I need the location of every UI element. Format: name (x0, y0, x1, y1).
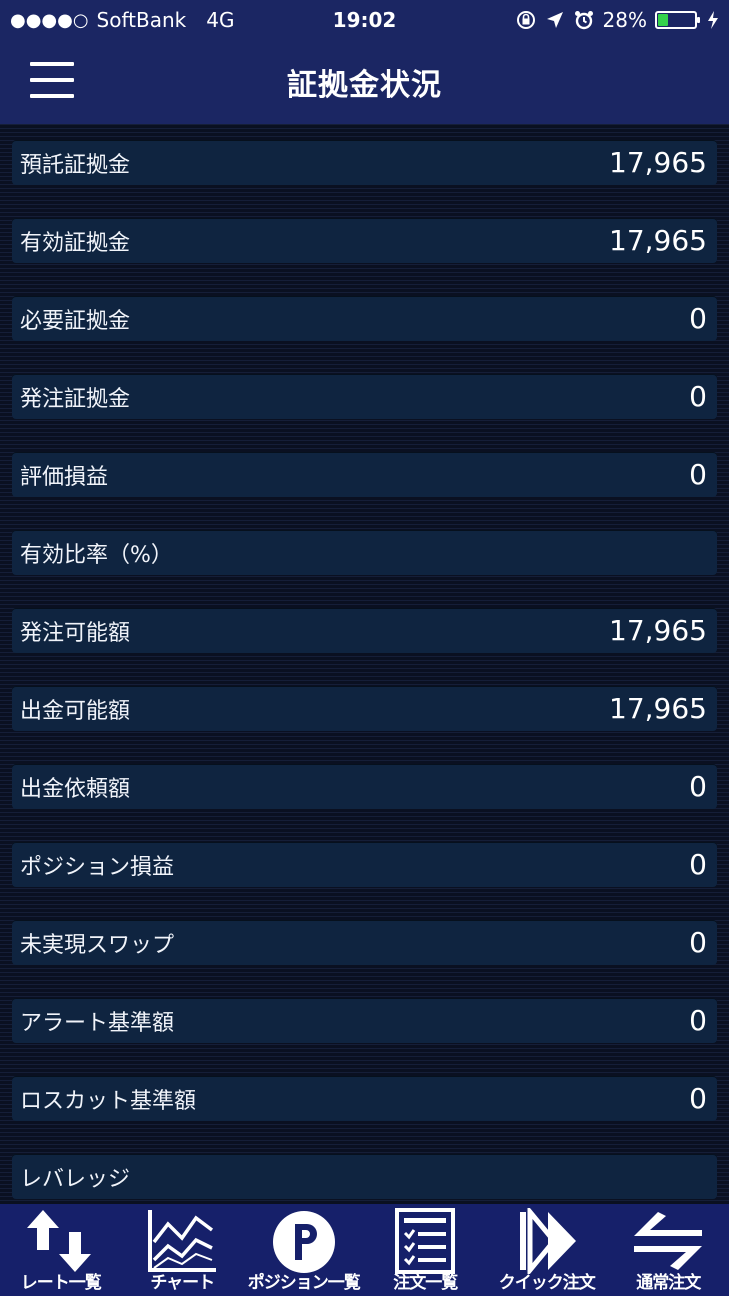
tab-chart[interactable]: チャート (122, 1204, 244, 1296)
row-label: レバレッジ (20, 1166, 131, 1192)
row-valuation-pl: 評価損益 0 (12, 452, 717, 497)
tab-quick-order[interactable]: クイック注文 (486, 1204, 608, 1296)
charging-bolt-icon (708, 11, 718, 29)
row-value: 17,965 (609, 224, 707, 257)
row-leverage: レバレッジ (12, 1154, 717, 1199)
tab-rate-list[interactable]: レート一覧 (0, 1204, 122, 1296)
row-value: 0 (689, 1082, 707, 1115)
row-alert-threshold: アラート基準額 0 (12, 998, 717, 1043)
row-value: 0 (689, 302, 707, 335)
row-label: 発注可能額 (20, 620, 131, 646)
signal-strength-icon: ●●●●○ (10, 9, 89, 31)
status-left: ●●●●○ SoftBank 4G (10, 8, 234, 32)
exchange-arrows-icon (634, 1212, 703, 1270)
row-value: 17,965 (609, 614, 707, 647)
row-effective-margin: 有効証拠金 17,965 (12, 218, 717, 263)
row-label: 出金可能額 (20, 698, 131, 724)
battery-level-fill (658, 14, 668, 26)
battery-percent: 28% (602, 8, 647, 32)
row-label: 有効証拠金 (20, 230, 131, 256)
location-arrow-icon (546, 12, 563, 28)
row-value: 0 (689, 1004, 707, 1037)
row-label: 発注証拠金 (20, 386, 131, 412)
row-value: 0 (689, 926, 707, 959)
row-label: アラート基準額 (20, 1010, 175, 1036)
quick-forward-icon (519, 1208, 576, 1274)
row-order-margin: 発注証拠金 0 (12, 374, 717, 419)
rotation-lock-icon (516, 11, 535, 29)
row-label: ポジション損益 (20, 854, 175, 880)
chart-icon (148, 1210, 217, 1272)
network-type: 4G (206, 8, 235, 32)
row-required-margin: 必要証拠金 0 (12, 296, 717, 341)
row-losscut-threshold: ロスカット基準額 0 (12, 1076, 717, 1121)
margin-status-content[interactable]: 預託証拠金 17,965 有効証拠金 17,965 必要証拠金 0 発注証拠金 … (0, 124, 729, 1204)
row-label: 必要証拠金 (20, 308, 131, 334)
row-value: 0 (689, 458, 707, 491)
row-label: 評価損益 (20, 464, 109, 490)
row-label: ロスカット基準額 (20, 1088, 197, 1114)
status-bar: ●●●●○ SoftBank 4G 19:02 28% (0, 0, 729, 40)
row-value: 0 (689, 848, 707, 881)
position-p-icon (272, 1211, 335, 1273)
battery-icon (655, 11, 700, 29)
tab-position-list[interactable]: ポジション一覧 (243, 1204, 365, 1296)
hamburger-menu-icon[interactable] (30, 61, 76, 101)
row-label: 出金依頼額 (20, 776, 131, 802)
row-effective-ratio: 有効比率（%） (12, 530, 717, 575)
tab-normal-order[interactable]: 通常注文 (608, 1204, 729, 1296)
order-list-icon (395, 1208, 456, 1274)
row-value: 0 (689, 770, 707, 803)
header: 証拠金状況 (0, 40, 729, 124)
row-label: 預託証拠金 (20, 152, 131, 178)
margin-rows: 預託証拠金 17,965 有効証拠金 17,965 必要証拠金 0 発注証拠金 … (12, 140, 717, 1199)
status-right: 28% (515, 8, 719, 32)
row-label: 未実現スワップ (20, 932, 175, 958)
status-time: 19:02 (332, 8, 397, 32)
tab-order-list[interactable]: 注文一覧 (365, 1204, 487, 1296)
row-unrealized-swap: 未実現スワップ 0 (12, 920, 717, 965)
row-label: 有効比率（%） (20, 542, 173, 568)
bottom-tab-bar: レート一覧 チャート ポジション一覧 注文一覧 クイック注文 通常注文 (0, 1204, 729, 1296)
row-value: 17,965 (609, 692, 707, 725)
row-value: 17,965 (609, 146, 707, 179)
row-withdrawal-request: 出金依頼額 0 (12, 764, 717, 809)
alarm-icon (574, 11, 593, 30)
carrier-name: SoftBank (96, 8, 187, 32)
row-position-pl: ポジション損益 0 (12, 842, 717, 887)
up-down-arrows-icon (26, 1210, 91, 1272)
page-title: 証拠金状況 (287, 68, 442, 103)
row-value: 0 (689, 380, 707, 413)
row-withdrawable-amount: 出金可能額 17,965 (12, 686, 717, 731)
row-orderable-amount: 発注可能額 17,965 (12, 608, 717, 653)
row-deposit-margin: 預託証拠金 17,965 (12, 140, 717, 185)
